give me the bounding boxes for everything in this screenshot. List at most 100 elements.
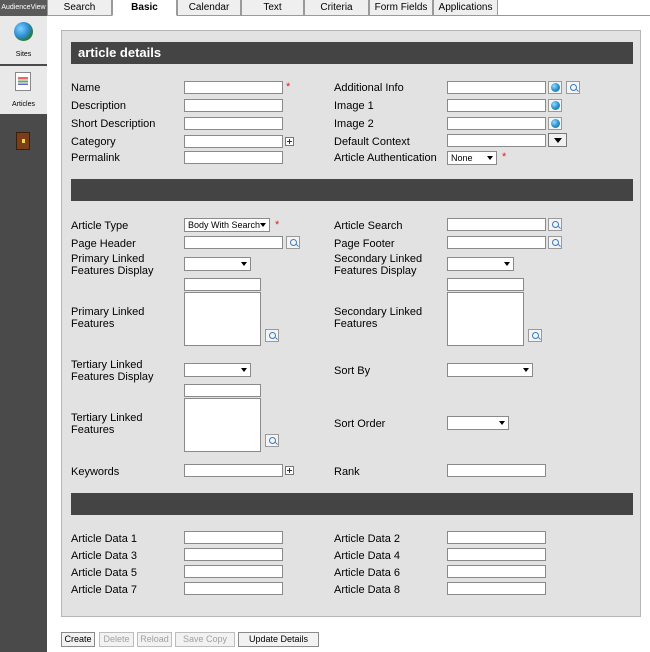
save-copy-button[interactable]: Save Copy (175, 632, 235, 647)
search-icon[interactable] (528, 329, 542, 342)
search-icon[interactable] (265, 434, 279, 447)
article-auth-label: Article Authentication (334, 152, 437, 164)
expand-keywords-icon[interactable] (285, 466, 294, 475)
tab-calendar[interactable]: Calendar (177, 0, 241, 16)
secondary-lfd-select[interactable] (447, 257, 514, 271)
globe-icon[interactable] (548, 117, 562, 130)
page-header-input[interactable] (184, 236, 283, 249)
article-search-label: Article Search (334, 220, 403, 232)
secondary-lf-filter-input[interactable] (447, 278, 524, 291)
tab-applications[interactable]: Applications (433, 0, 498, 16)
tab-text[interactable]: Text (241, 0, 304, 16)
chevron-down-icon[interactable] (548, 133, 567, 147)
tertiary-lf-filter-input[interactable] (184, 384, 261, 397)
tab-basic[interactable]: Basic (112, 0, 177, 16)
sort-by-select[interactable] (447, 363, 533, 377)
article-data-8-label: Article Data 8 (334, 584, 401, 596)
book-icon[interactable] (16, 132, 30, 150)
search-icon[interactable] (548, 218, 562, 231)
primary-lfd-label: Primary Linked Features Display (71, 253, 154, 277)
image1-input[interactable] (447, 99, 546, 112)
globe-icon[interactable] (548, 99, 562, 112)
tab-form-fields[interactable]: Form Fields (369, 0, 433, 16)
page-footer-label: Page Footer (334, 238, 395, 250)
article-data-6-input[interactable] (447, 565, 546, 578)
article-data-5-label: Article Data 5 (71, 567, 138, 579)
chevron-down-icon (499, 421, 505, 425)
name-input[interactable] (184, 81, 283, 94)
reload-button[interactable]: Reload (137, 632, 172, 647)
chevron-down-icon (260, 223, 266, 227)
primary-lf-label: Primary Linked Features (71, 306, 145, 330)
rank-label: Rank (334, 466, 360, 478)
keywords-input[interactable] (184, 464, 283, 477)
article-data-3-input[interactable] (184, 548, 283, 561)
sidebar: Sites Articles (0, 16, 47, 652)
tab-criteria[interactable]: Criteria (304, 0, 369, 16)
primary-lf-list[interactable] (184, 292, 261, 346)
search-icon[interactable] (286, 236, 300, 249)
search-icon[interactable] (265, 329, 279, 342)
article-data-4-input[interactable] (447, 548, 546, 561)
category-label: Category (71, 136, 116, 148)
chevron-down-icon (487, 156, 493, 160)
globe-icon[interactable] (548, 81, 562, 94)
short-description-input[interactable] (184, 117, 283, 130)
articles-icon (15, 72, 31, 91)
chevron-down-icon (241, 368, 247, 372)
permalink-input[interactable] (184, 151, 283, 164)
article-data-3-label: Article Data 3 (71, 550, 138, 562)
description-input[interactable] (184, 99, 283, 112)
section-bar-2 (71, 179, 633, 201)
article-data-2-input[interactable] (447, 531, 546, 544)
search-icon[interactable] (566, 81, 580, 94)
create-button[interactable]: Create (61, 632, 95, 647)
sidebar-item-articles[interactable]: Articles (0, 66, 47, 114)
sidebar-item-sites[interactable]: Sites (0, 16, 47, 64)
default-context-input[interactable] (447, 134, 546, 147)
expand-category-icon[interactable] (285, 137, 294, 146)
secondary-lf-list[interactable] (447, 292, 524, 346)
image2-label: Image 2 (334, 118, 374, 130)
article-type-select[interactable]: Body With Search (184, 218, 270, 232)
globe-icon (14, 22, 33, 41)
article-details-panel: article details Name * Description Short… (61, 30, 641, 617)
required-marker: * (502, 151, 507, 163)
default-context-label: Default Context (334, 136, 410, 148)
search-icon[interactable] (548, 236, 562, 249)
top-tab-bar: AudienceView Search Basic Calendar Text … (0, 0, 650, 16)
article-type-value: Body With Search (188, 220, 261, 230)
article-auth-select[interactable]: None (447, 151, 497, 165)
permalink-label: Permalink (71, 152, 120, 164)
chevron-down-icon (241, 262, 247, 266)
tertiary-lf-list[interactable] (184, 398, 261, 452)
image1-label: Image 1 (334, 100, 374, 112)
sort-order-select[interactable] (447, 416, 509, 430)
tertiary-lfd-label: Tertiary Linked Features Display (71, 359, 154, 383)
article-data-8-input[interactable] (447, 582, 546, 595)
update-details-button[interactable]: Update Details (238, 632, 319, 647)
article-data-1-input[interactable] (184, 531, 283, 544)
short-description-label: Short Description (71, 118, 156, 130)
required-marker: * (286, 81, 291, 93)
page-footer-input[interactable] (447, 236, 546, 249)
delete-button[interactable]: Delete (99, 632, 134, 647)
tab-search[interactable]: Search (47, 0, 112, 16)
article-data-1-label: Article Data 1 (71, 533, 138, 545)
article-data-7-input[interactable] (184, 582, 283, 595)
category-input[interactable] (184, 135, 283, 148)
rank-input[interactable] (447, 464, 546, 477)
image2-input[interactable] (447, 117, 546, 130)
article-type-label: Article Type (71, 220, 129, 232)
primary-lf-filter-input[interactable] (184, 278, 261, 291)
tertiary-lfd-select[interactable] (184, 363, 251, 377)
secondary-lf-label: Secondary Linked Features (334, 306, 423, 330)
article-search-input[interactable] (447, 218, 546, 231)
additional-info-input[interactable] (447, 81, 546, 94)
article-data-5-input[interactable] (184, 565, 283, 578)
app-brand: AudienceView (0, 0, 47, 16)
name-label: Name (71, 82, 101, 94)
article-data-7-label: Article Data 7 (71, 584, 138, 596)
primary-lfd-select[interactable] (184, 257, 251, 271)
sort-order-label: Sort Order (334, 418, 386, 430)
